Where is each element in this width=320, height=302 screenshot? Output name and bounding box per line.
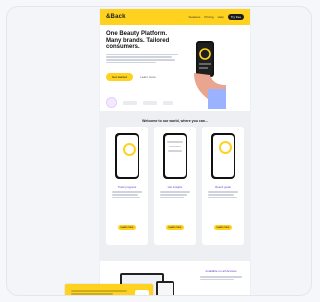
- goal-icon: [218, 141, 232, 154]
- preview-card: &Back Features Pricing Help Try free One…: [6, 6, 312, 296]
- feature-columns: Track progress Learn more Get insights L…: [106, 127, 244, 245]
- nav-links: Features Pricing Help Try free: [189, 14, 244, 20]
- nav-cta-button[interactable]: Try free: [227, 14, 244, 20]
- feature-button[interactable]: Learn more: [166, 225, 184, 230]
- hero-description: [106, 53, 178, 64]
- progress-ring-icon: [122, 143, 136, 156]
- devices-title: Available on all devices: [205, 269, 237, 273]
- features-section: Welcome to our world, where you can... T…: [100, 111, 250, 261]
- top-nav: &Back Features Pricing Help Try free: [100, 9, 250, 25]
- feature-title: Track progress: [117, 185, 137, 189]
- feature-description: [160, 190, 190, 200]
- phone-mockup: [163, 133, 187, 179]
- hero-headline: One Beauty Platform. Many brands. Tailor…: [106, 31, 170, 50]
- landing-page-thumbnail: &Back Features Pricing Help Try free One…: [100, 9, 250, 295]
- award-badge-icon: [106, 97, 117, 108]
- hero-secondary-cta[interactable]: Learn more: [140, 75, 155, 79]
- feature-button[interactable]: Learn more: [118, 225, 136, 230]
- partner-logo: [123, 100, 137, 105]
- hero-primary-cta[interactable]: Get started: [106, 72, 133, 81]
- hero-badges: [106, 97, 173, 108]
- devices-copy: Available on all devices: [200, 269, 242, 282]
- hero-section: One Beauty Platform. Many brands. Tailor…: [100, 25, 250, 111]
- feature-description: [112, 190, 142, 200]
- cookie-accept-button[interactable]: [135, 290, 149, 295]
- phone-mockup: [211, 133, 235, 179]
- feature-description: [208, 190, 238, 200]
- cookie-banner: [65, 284, 153, 295]
- brand-logo[interactable]: &Back: [106, 14, 126, 20]
- phone-mockup: [115, 133, 139, 179]
- partner-logo: [143, 100, 157, 105]
- feature-card: Get insights Learn more: [154, 127, 196, 245]
- feature-card: Track progress Learn more: [106, 127, 148, 245]
- feature-button[interactable]: Learn more: [214, 225, 232, 230]
- nav-link-pricing[interactable]: Pricing: [204, 15, 213, 19]
- tablet-mockup: [156, 281, 174, 295]
- nav-link-features[interactable]: Features: [189, 15, 201, 19]
- feature-title: Get insights: [167, 185, 183, 189]
- feature-card: Reach goals Learn more: [202, 127, 244, 245]
- nav-link-help[interactable]: Help: [218, 15, 224, 19]
- features-title: Welcome to our world, where you can...: [142, 119, 208, 123]
- hand-holding-phone-illustration: [194, 41, 226, 109]
- feature-title: Reach goals: [215, 185, 231, 189]
- partner-logo: [163, 100, 173, 105]
